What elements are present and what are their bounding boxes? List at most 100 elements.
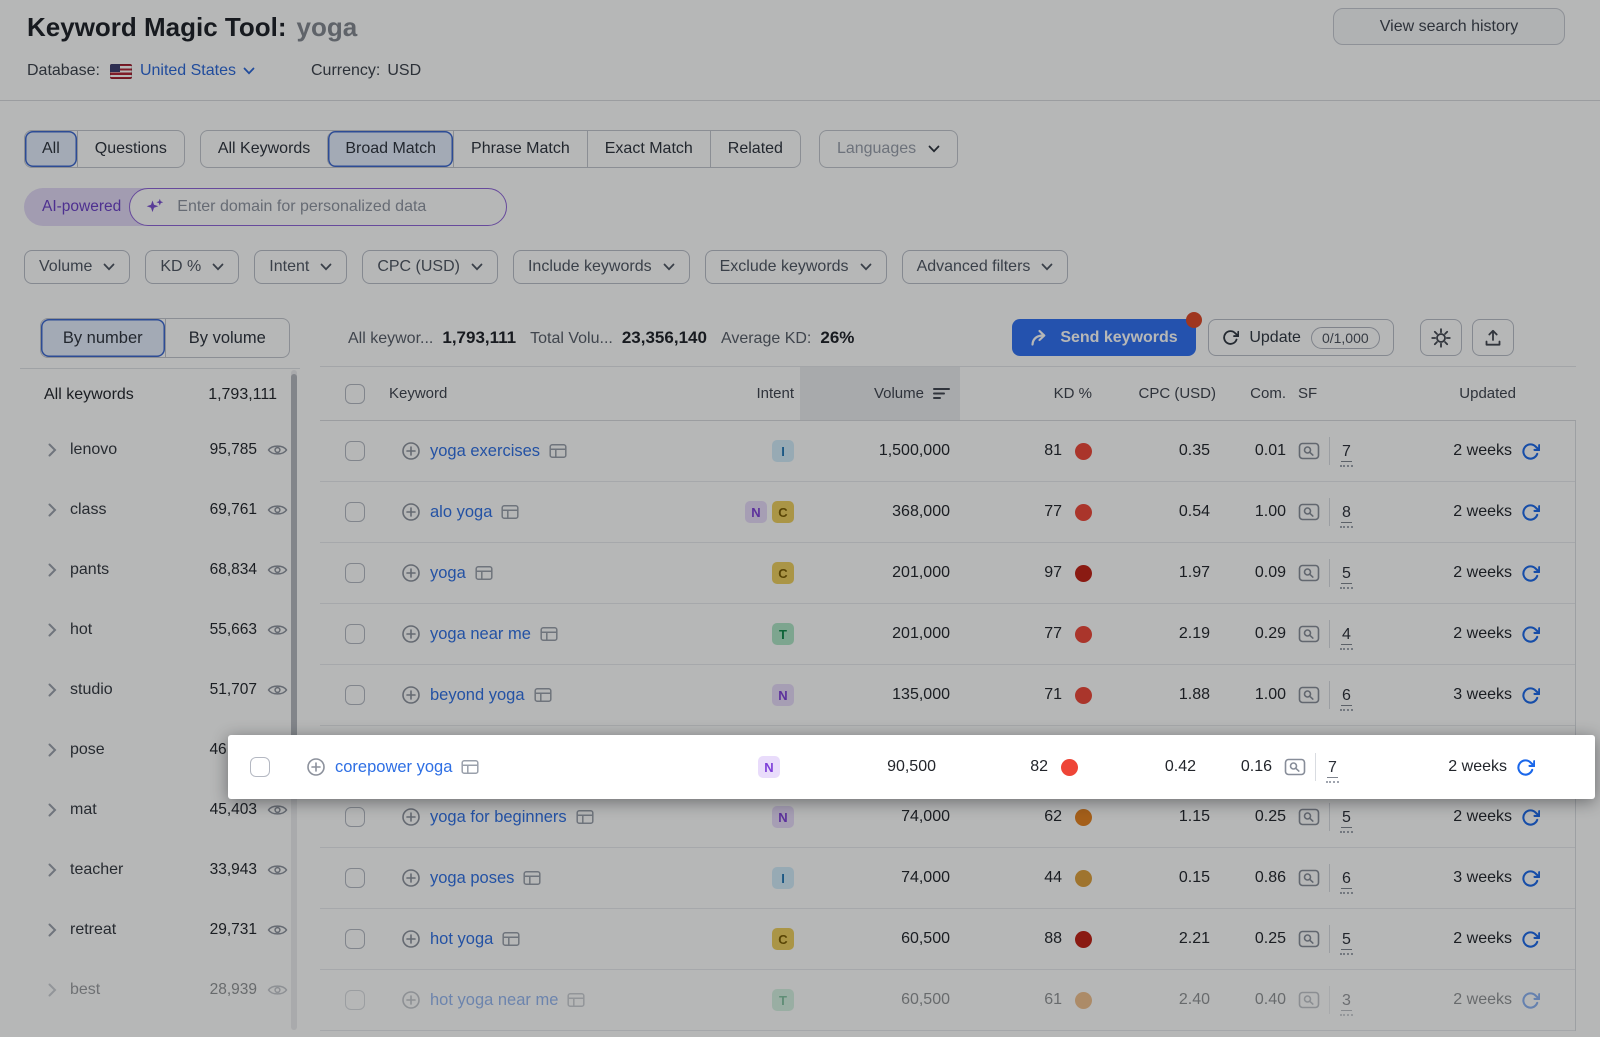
sidebar-group-hot[interactable]: hot 55,663 xyxy=(20,600,300,660)
table-row-hot-yoga-near-me[interactable]: hot yoga near me T 60,500 61 2.40 0.40 3… xyxy=(320,970,1575,1031)
sidebar-item-all-keywords[interactable]: All keywords 1,793,111 xyxy=(44,376,277,414)
sf-count[interactable]: 6 xyxy=(1340,687,1353,711)
keyword-link[interactable]: yoga xyxy=(430,564,466,583)
serp-preview-icon[interactable] xyxy=(502,931,520,947)
database-select[interactable]: United States xyxy=(140,62,255,80)
refresh-metrics-icon[interactable] xyxy=(1521,564,1540,583)
refresh-metrics-icon[interactable] xyxy=(1521,808,1540,827)
row-checkbox[interactable] xyxy=(345,685,365,705)
column-header-keyword[interactable]: Keyword xyxy=(389,367,720,420)
keyword-link[interactable]: yoga near me xyxy=(430,625,531,644)
sidebar-group-class[interactable]: class 69,761 xyxy=(20,480,300,540)
tab-phrase-match[interactable]: Phrase Match xyxy=(453,131,587,167)
scrollbar-thumb[interactable] xyxy=(291,374,297,789)
eye-icon[interactable] xyxy=(267,682,288,698)
sidebar-group-retreat[interactable]: retreat 29,731 xyxy=(20,900,300,960)
sidebar-group-studio[interactable]: studio 51,707 xyxy=(20,660,300,720)
filter-include-keywords[interactable]: Include keywords xyxy=(513,250,690,284)
column-header-kd[interactable]: KD % xyxy=(960,367,1100,420)
row-checkbox[interactable] xyxy=(250,757,270,777)
row-checkbox[interactable] xyxy=(345,990,365,1010)
refresh-metrics-icon[interactable] xyxy=(1521,991,1540,1010)
refresh-metrics-icon[interactable] xyxy=(1521,869,1540,888)
keyword-link[interactable]: alo yoga xyxy=(430,503,492,522)
highlighted-row-corepower-yoga[interactable]: corepower yoga N 90,500 82 0.42 0.16 7 2… xyxy=(228,735,1595,799)
toggle-by-number[interactable]: By number xyxy=(41,319,165,357)
eye-icon[interactable] xyxy=(267,442,288,458)
select-all-checkbox[interactable] xyxy=(345,384,365,404)
row-checkbox[interactable] xyxy=(345,441,365,461)
serp-preview-icon[interactable] xyxy=(549,443,567,459)
keyword-link[interactable]: corepower yoga xyxy=(335,758,452,777)
row-checkbox[interactable] xyxy=(345,502,365,522)
sf-count[interactable]: 5 xyxy=(1340,931,1353,955)
add-keyword-icon[interactable] xyxy=(401,563,421,583)
sf-count[interactable]: 3 xyxy=(1340,992,1353,1016)
tab-all[interactable]: All xyxy=(25,131,77,167)
add-keyword-icon[interactable] xyxy=(401,868,421,888)
row-checkbox[interactable] xyxy=(345,563,365,583)
sidebar-group-lenovo[interactable]: lenovo 95,785 xyxy=(20,420,300,480)
serp-preview-icon[interactable] xyxy=(461,759,479,775)
sidebar-group-best[interactable]: best 28,939 xyxy=(20,960,300,1020)
serp-preview-icon[interactable] xyxy=(523,870,541,886)
serp-features-icon[interactable] xyxy=(1284,757,1306,777)
sf-count[interactable]: 7 xyxy=(1340,443,1353,467)
keyword-link[interactable]: yoga for beginners xyxy=(430,808,567,827)
add-keyword-icon[interactable] xyxy=(401,990,421,1010)
keyword-link[interactable]: beyond yoga xyxy=(430,686,525,705)
add-keyword-icon[interactable] xyxy=(401,624,421,644)
table-row-yoga-exercises[interactable]: yoga exercises I 1,500,000 81 0.35 0.01 … xyxy=(320,421,1575,482)
add-keyword-icon[interactable] xyxy=(401,441,421,461)
sidebar-group-teacher[interactable]: teacher 33,943 xyxy=(20,840,300,900)
serp-preview-icon[interactable] xyxy=(540,626,558,642)
tab-all-keywords[interactable]: All Keywords xyxy=(201,131,327,167)
keyword-link[interactable]: hot yoga xyxy=(430,930,493,949)
eye-icon[interactable] xyxy=(267,922,288,938)
table-row-hot-yoga[interactable]: hot yoga C 60,500 88 2.21 0.25 5 2 weeks xyxy=(320,909,1575,970)
sf-count[interactable]: 4 xyxy=(1340,626,1353,650)
serp-features-icon[interactable] xyxy=(1298,685,1320,705)
export-button[interactable] xyxy=(1472,319,1514,356)
sf-count[interactable]: 7 xyxy=(1326,759,1339,783)
row-checkbox[interactable] xyxy=(345,807,365,827)
table-row-beyond-yoga[interactable]: beyond yoga N 135,000 71 1.88 1.00 6 3 w… xyxy=(320,665,1575,726)
eye-icon[interactable] xyxy=(267,622,288,638)
sf-count[interactable]: 5 xyxy=(1340,565,1353,589)
eye-icon[interactable] xyxy=(267,982,288,998)
keyword-link[interactable]: yoga exercises xyxy=(430,442,540,461)
serp-features-icon[interactable] xyxy=(1298,624,1320,644)
serp-features-icon[interactable] xyxy=(1298,807,1320,827)
eye-icon[interactable] xyxy=(267,862,288,878)
serp-features-icon[interactable] xyxy=(1298,441,1320,461)
table-row-yoga-near-me[interactable]: yoga near me T 201,000 77 2.19 0.29 4 2 … xyxy=(320,604,1575,665)
refresh-metrics-icon[interactable] xyxy=(1516,758,1535,777)
eye-icon[interactable] xyxy=(267,802,288,818)
filter-volume[interactable]: Volume xyxy=(24,250,130,284)
update-button[interactable]: Update 0/1,000 xyxy=(1208,319,1394,356)
sf-count[interactable]: 6 xyxy=(1340,870,1353,894)
column-header-updated[interactable]: Updated xyxy=(1362,367,1576,420)
filter-intent[interactable]: Intent xyxy=(254,250,347,284)
sidebar-group-pants[interactable]: pants 68,834 xyxy=(20,540,300,600)
toggle-by-volume[interactable]: By volume xyxy=(165,319,290,357)
table-row-yoga-poses[interactable]: yoga poses I 74,000 44 0.15 0.86 6 3 wee… xyxy=(320,848,1575,909)
serp-preview-icon[interactable] xyxy=(534,687,552,703)
add-keyword-icon[interactable] xyxy=(401,502,421,522)
add-keyword-icon[interactable] xyxy=(401,807,421,827)
add-keyword-icon[interactable] xyxy=(306,757,326,777)
sf-count[interactable]: 8 xyxy=(1340,504,1353,528)
row-checkbox[interactable] xyxy=(345,868,365,888)
tab-exact-match[interactable]: Exact Match xyxy=(587,131,710,167)
refresh-metrics-icon[interactable] xyxy=(1521,930,1540,949)
column-header-com[interactable]: Com. xyxy=(1220,367,1292,420)
column-header-volume[interactable]: Volume xyxy=(800,367,960,420)
filter-exclude-keywords[interactable]: Exclude keywords xyxy=(705,250,887,284)
filter-kd[interactable]: KD % xyxy=(145,250,239,284)
filter-cpc-usd[interactable]: CPC (USD) xyxy=(362,250,498,284)
column-header-intent[interactable]: Intent xyxy=(720,367,800,420)
refresh-metrics-icon[interactable] xyxy=(1521,503,1540,522)
column-header-cpc[interactable]: CPC (USD) xyxy=(1100,367,1220,420)
refresh-metrics-icon[interactable] xyxy=(1521,686,1540,705)
settings-button[interactable] xyxy=(1420,319,1462,356)
